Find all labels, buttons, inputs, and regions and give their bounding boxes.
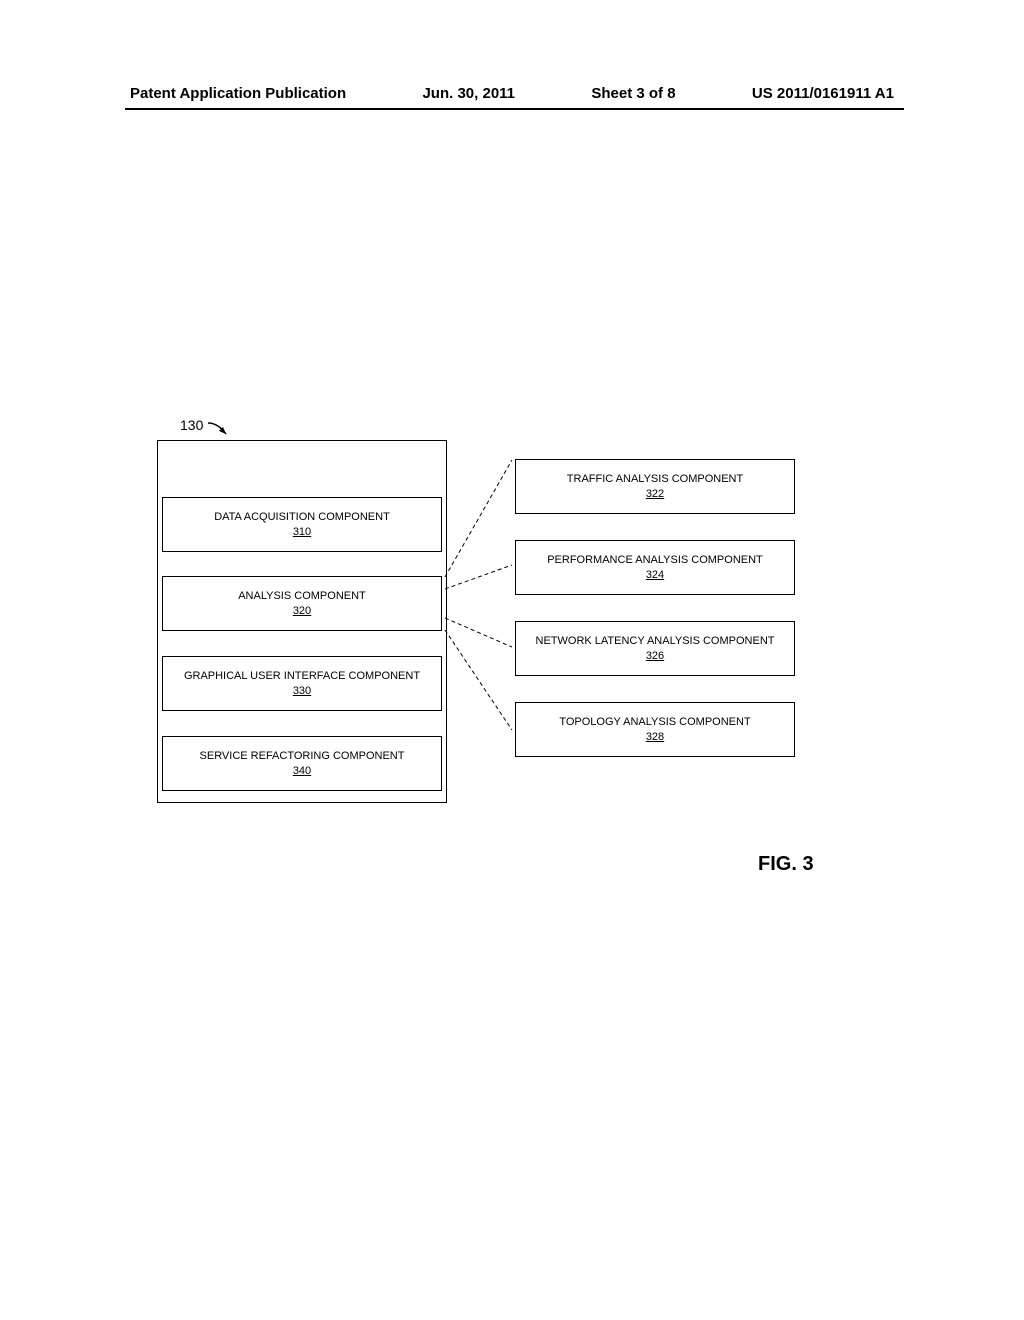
publication-date: Jun. 30, 2011 [422,85,515,102]
figure-label: FIG. 3 [758,853,814,876]
component-title: GRAPHICAL USER INTERFACE COMPONENT [184,670,420,682]
connector-lines [442,455,517,765]
component-title: TOPOLOGY ANALYSIS COMPONENT [559,716,750,728]
component-ref: 320 [293,605,311,617]
component-ref: 310 [293,526,311,538]
network-latency-analysis-component: NETWORK LATENCY ANALYSIS COMPONENT 326 [515,621,795,676]
component-ref: 330 [293,685,311,697]
component-ref: 326 [646,650,664,662]
service-refactoring-component: SERVICE REFACTORING COMPONENT 340 [162,736,442,791]
topology-analysis-component: TOPOLOGY ANALYSIS COMPONENT 328 [515,702,795,757]
patent-number: US 2011/0161911 A1 [752,85,894,102]
patent-header: Patent Application Publication Jun. 30, … [0,85,1024,102]
traffic-analysis-component: TRAFFIC ANALYSIS COMPONENT 322 [515,459,795,514]
component-title: TRAFFIC ANALYSIS COMPONENT [567,473,743,485]
header-divider [125,108,904,110]
performance-analysis-component: PERFORMANCE ANALYSIS COMPONENT 324 [515,540,795,595]
data-acquisition-component: DATA ACQUISITION COMPONENT 310 [162,497,442,552]
gui-component: GRAPHICAL USER INTERFACE COMPONENT 330 [162,656,442,711]
component-ref: 322 [646,488,664,500]
component-title: DATA ACQUISITION COMPONENT [214,511,390,523]
component-ref: 340 [293,765,311,777]
publication-type: Patent Application Publication [130,85,346,102]
reference-arrow [206,420,236,440]
component-title: NETWORK LATENCY ANALYSIS COMPONENT [536,635,775,647]
component-title: ANALYSIS COMPONENT [238,590,366,602]
reference-130: 130 [180,417,203,433]
component-title: SERVICE REFACTORING COMPONENT [200,750,405,762]
sheet-number: Sheet 3 of 8 [591,85,675,102]
component-title: PERFORMANCE ANALYSIS COMPONENT [547,554,763,566]
analysis-component: ANALYSIS COMPONENT 320 [162,576,442,631]
component-ref: 324 [646,569,664,581]
component-ref: 328 [646,731,664,743]
